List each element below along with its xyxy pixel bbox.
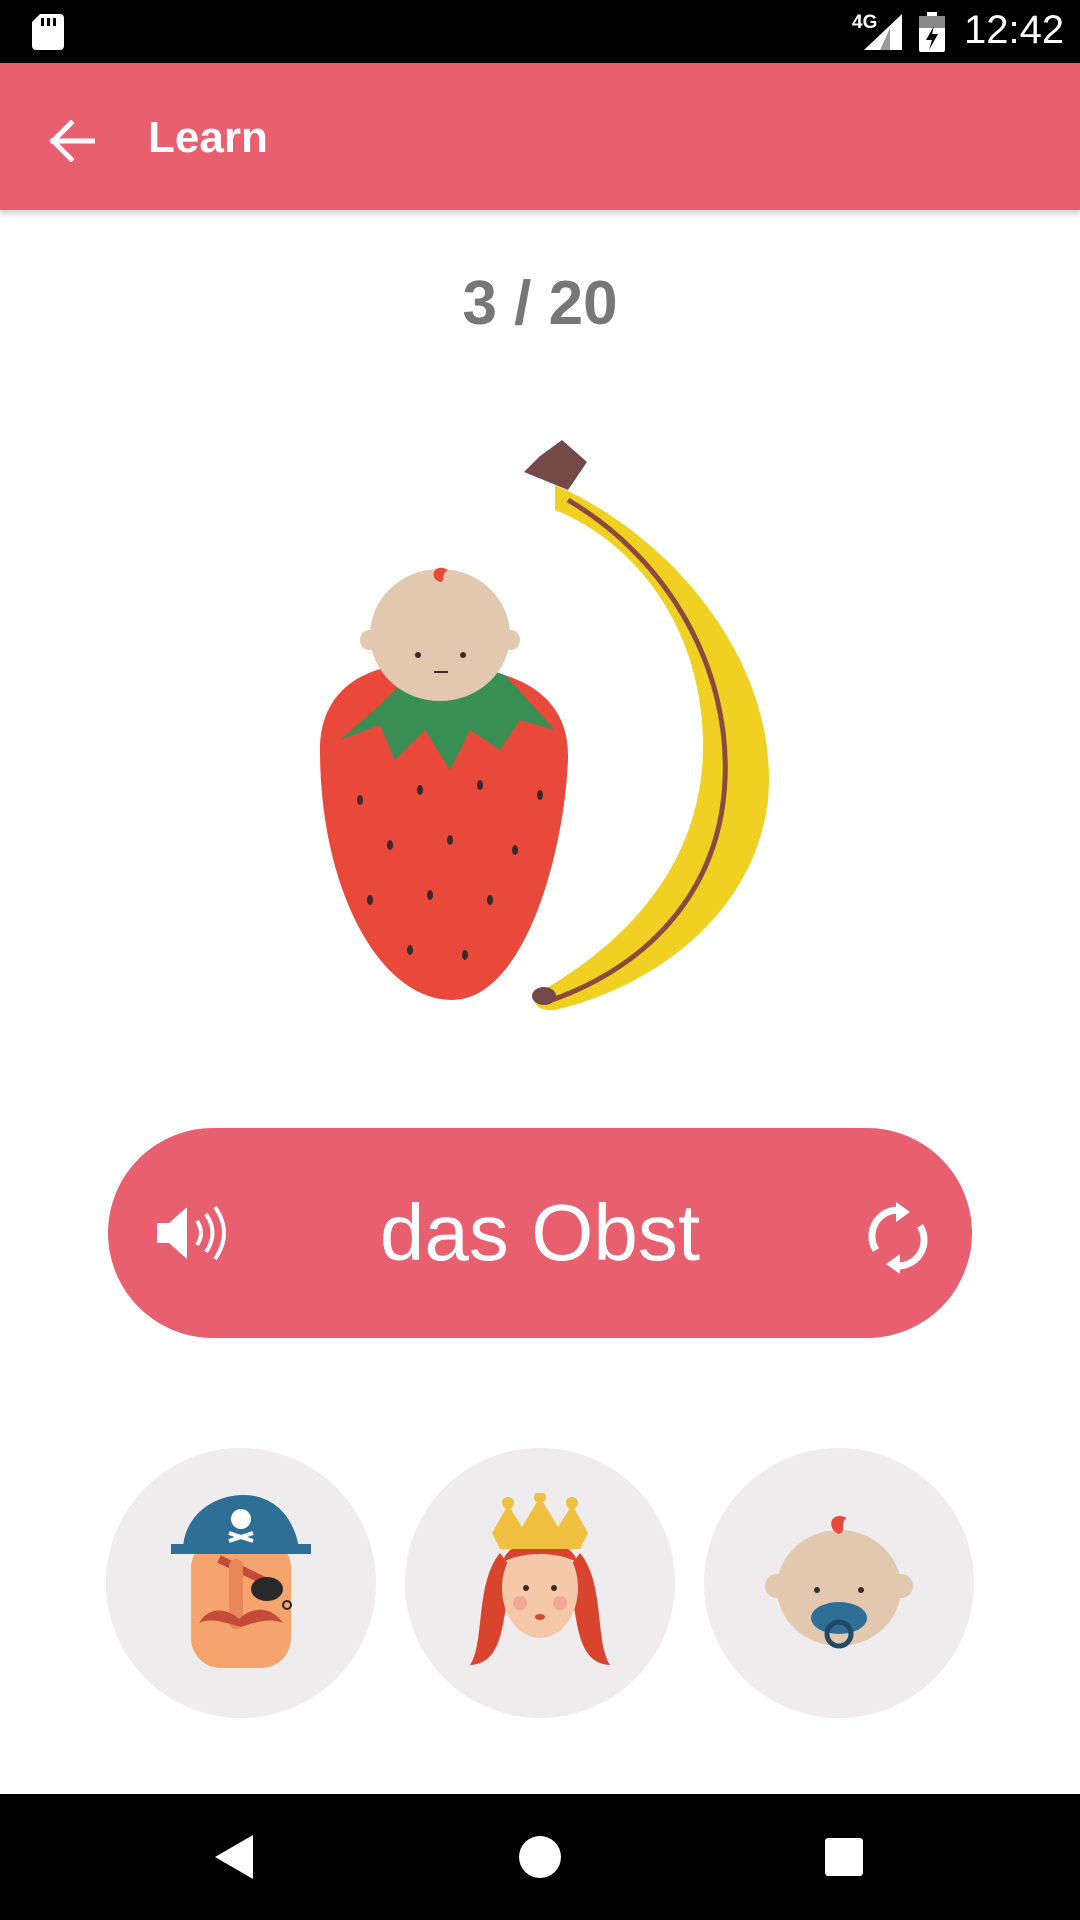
battery-icon <box>919 12 945 52</box>
nav-recents-button[interactable] <box>804 1817 884 1897</box>
page-title: Learn <box>148 113 268 162</box>
choice-queen[interactable] <box>405 1448 675 1718</box>
baby-icon <box>765 1515 913 1649</box>
word-card: das Obst <box>108 1128 972 1338</box>
clock: 12:42 <box>964 8 1065 52</box>
arrow-back-icon <box>49 120 95 162</box>
speaker-icon <box>157 1205 226 1261</box>
app-bar: Learn <box>0 63 1080 210</box>
nav-back-button[interactable] <box>195 1817 275 1897</box>
fruit-illustration <box>320 440 769 1011</box>
choice-pirate[interactable] <box>106 1448 376 1718</box>
choice-baby[interactable] <box>704 1448 974 1718</box>
back-button[interactable] <box>30 99 114 183</box>
strawberry-image <box>320 660 569 1000</box>
progress-counter: 3 / 20 <box>462 269 618 338</box>
flip-button[interactable] <box>848 1188 948 1288</box>
signal-icon <box>864 14 902 50</box>
queen-icon <box>470 1493 610 1665</box>
recents-square-icon <box>825 1838 863 1876</box>
status-bar: 4G 12:42 <box>0 0 1080 63</box>
sd-card-icon <box>32 14 64 50</box>
word-label: das Obst <box>379 1188 701 1277</box>
pirate-icon <box>171 1495 311 1668</box>
back-triangle-icon <box>215 1835 253 1879</box>
home-circle-icon <box>519 1836 561 1878</box>
speaker-button[interactable] <box>138 1183 248 1283</box>
refresh-icon <box>868 1202 928 1274</box>
learn-screen: 4G 12:42 Learn 3 / 20 das Obst <box>0 0 1080 1920</box>
nav-home-button[interactable] <box>500 1817 580 1897</box>
navigation-bar <box>0 1794 1080 1920</box>
